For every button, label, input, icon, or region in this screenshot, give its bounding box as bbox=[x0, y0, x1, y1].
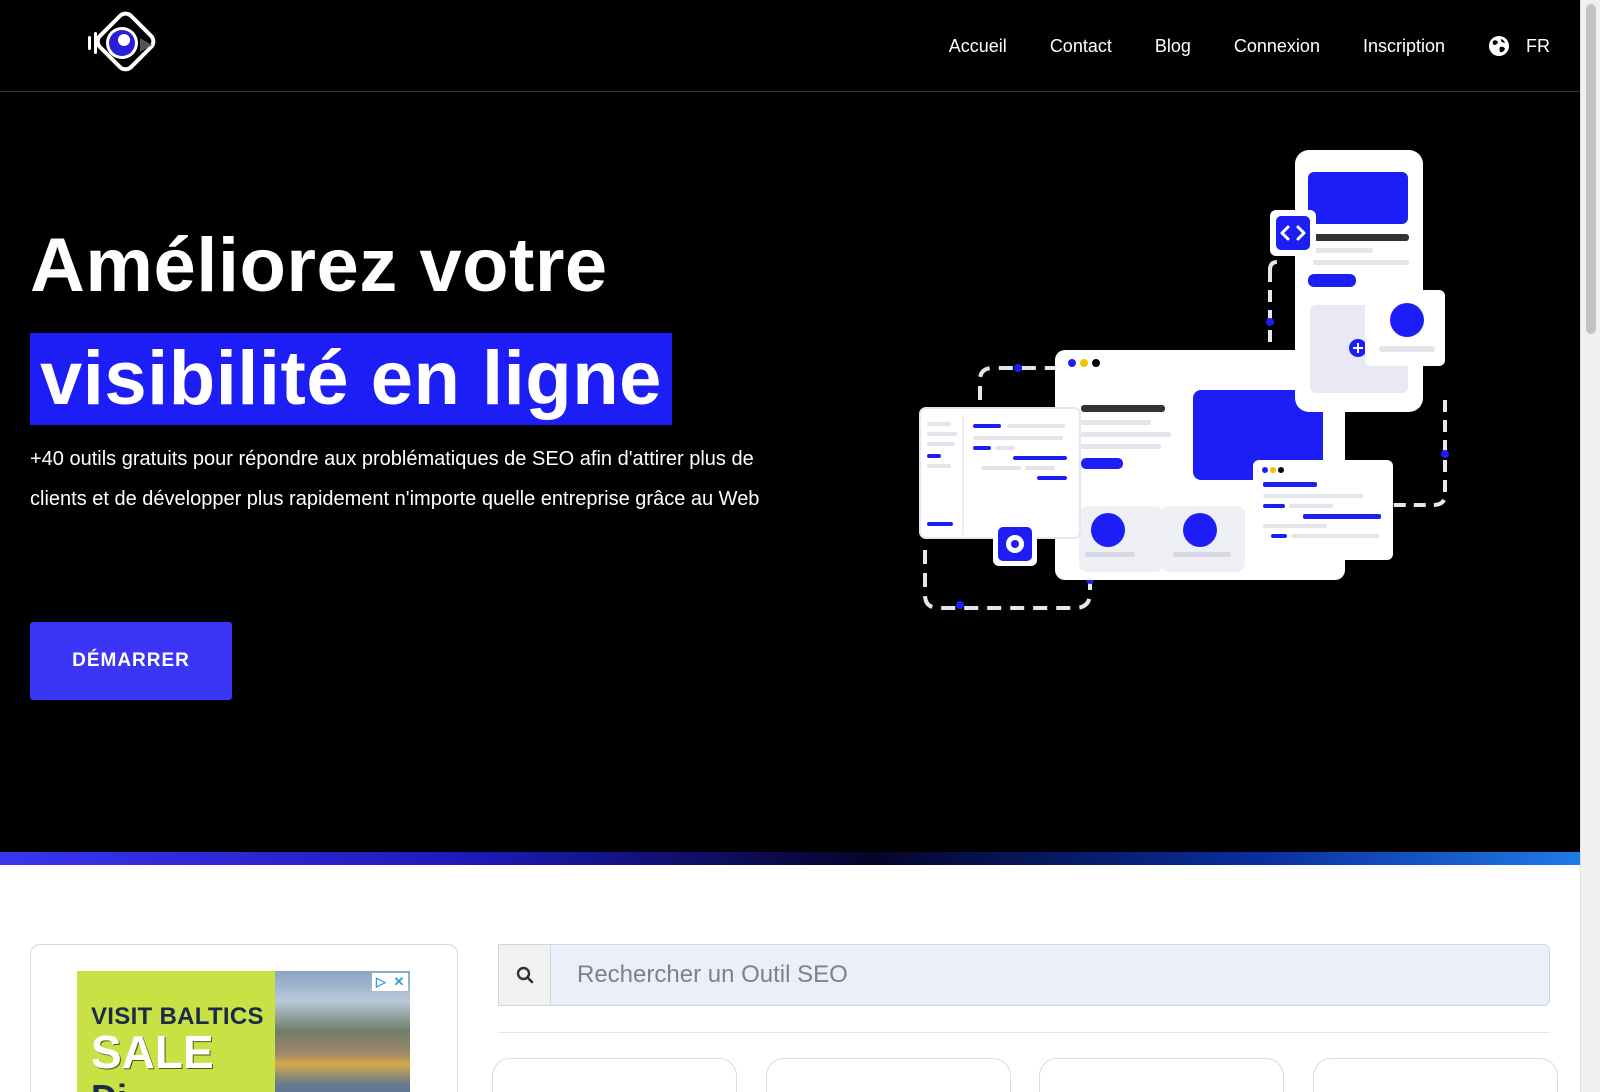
page-scrollbar[interactable] bbox=[1580, 0, 1600, 1092]
ad-card: VISIT BALTICS SALE Di ▷ ✕ bbox=[30, 944, 458, 1092]
hero-illustration bbox=[919, 150, 1449, 610]
hero-title-line-2: visibilité en ligne bbox=[30, 333, 672, 425]
start-button[interactable]: DÉMARRER bbox=[30, 622, 232, 700]
nav-connexion[interactable]: Connexion bbox=[1234, 36, 1320, 57]
hero-description: +40 outils gratuits pour répondre aux pr… bbox=[30, 448, 760, 510]
ad-controls: ▷ ✕ bbox=[372, 973, 408, 991]
globe-icon bbox=[1489, 36, 1509, 56]
tool-card[interactable] bbox=[765, 1058, 1011, 1092]
tool-card[interactable] bbox=[1312, 1058, 1558, 1092]
site-header: Accueil Contact Blog Connexion Inscripti… bbox=[0, 0, 1580, 92]
tool-search bbox=[498, 944, 1550, 1006]
advertisement-banner[interactable]: VISIT BALTICS SALE Di ▷ ✕ bbox=[77, 971, 410, 1092]
ad-close-icon[interactable]: ✕ bbox=[390, 973, 408, 991]
nav-inscription[interactable]: Inscription bbox=[1363, 36, 1445, 57]
nav-blog[interactable]: Blog bbox=[1155, 36, 1191, 57]
section-divider bbox=[498, 1032, 1550, 1033]
search-icon bbox=[516, 966, 533, 984]
scrollbar-thumb[interactable] bbox=[1586, 4, 1596, 334]
ad-sale-text: SALE bbox=[91, 1026, 214, 1078]
language-selector[interactable]: FR bbox=[1488, 35, 1550, 57]
hero-section: Améliorez votre visibilité en ligne +40 … bbox=[0, 92, 1580, 852]
nav-accueil[interactable]: Accueil bbox=[949, 36, 1007, 57]
tool-card[interactable] bbox=[492, 1058, 737, 1092]
nav-contact[interactable]: Contact bbox=[1050, 36, 1112, 57]
main-nav: Accueil Contact Blog Connexion Inscripti… bbox=[906, 0, 1550, 92]
hero-gradient-divider bbox=[0, 852, 1580, 865]
tool-card[interactable] bbox=[1039, 1058, 1285, 1092]
hero-title-line-1: Améliorez votre bbox=[30, 223, 608, 308]
language-label: FR bbox=[1526, 35, 1550, 56]
tool-card-grid bbox=[492, 1058, 1558, 1092]
ad-subtext: Di bbox=[91, 1077, 127, 1092]
ad-choices-icon[interactable]: ▷ bbox=[372, 973, 390, 991]
logo-eye-icon[interactable] bbox=[80, 8, 160, 82]
search-input[interactable] bbox=[550, 944, 1550, 1006]
search-button[interactable] bbox=[498, 944, 550, 1006]
